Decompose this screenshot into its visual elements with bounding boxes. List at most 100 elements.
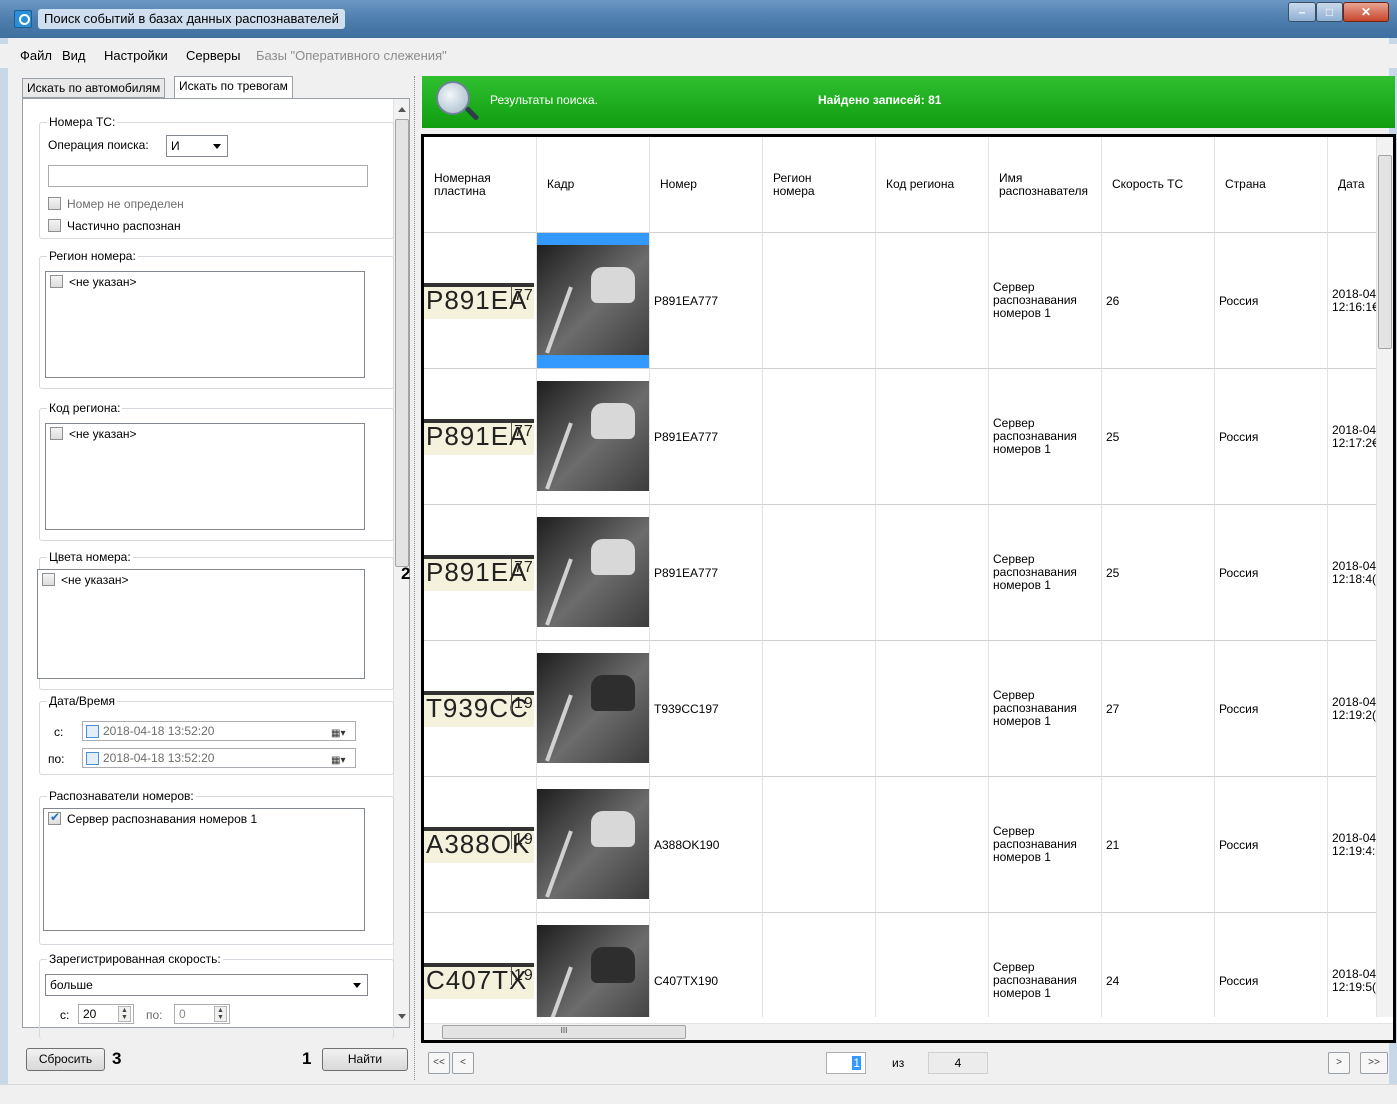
first-page-button[interactable]: <<	[428, 1052, 450, 1074]
tab-search-by-alarms[interactable]: Искать по тревогам	[174, 76, 293, 99]
number-cell[interactable]: P891EA777	[650, 369, 763, 505]
scrollbar-thumb[interactable]	[395, 119, 409, 567]
recognizer-cell[interactable]: Сервер распознавания номеров 1	[989, 913, 1102, 1017]
menu-settings[interactable]: Настройки	[104, 48, 168, 63]
prev-page-button[interactable]: <	[452, 1052, 474, 1074]
plate-image-cell[interactable]: P891EA777	[424, 505, 537, 641]
reset-button[interactable]: Сбросить	[26, 1048, 105, 1071]
frame-image-cell[interactable]	[537, 777, 650, 913]
country-cell[interactable]: Россия	[1215, 641, 1328, 777]
filter-panel-scrollbar[interactable]	[393, 99, 409, 1027]
date-cell[interactable]: 2018-04 12:16:1€	[1328, 233, 1379, 369]
region-code-cell[interactable]	[876, 233, 989, 369]
last-page-button[interactable]: >>	[1360, 1052, 1388, 1074]
frame-image-cell[interactable]	[537, 369, 650, 505]
scrollbar-thumb[interactable]	[1378, 155, 1392, 349]
plate-image-cell[interactable]: P891EA777	[424, 233, 537, 369]
search-operation-select[interactable]: И	[166, 135, 228, 157]
frame-image-cell[interactable]	[537, 505, 650, 641]
region-code-list[interactable]: <не указан>	[45, 423, 365, 530]
plate-image-cell[interactable]: C407TX190	[424, 913, 537, 1017]
column-header-region[interactable]: Регион номера	[763, 137, 876, 233]
date-from-checkbox[interactable]	[86, 725, 99, 738]
results-horizontal-scrollbar[interactable]: III	[424, 1023, 1393, 1040]
region-cell[interactable]	[763, 777, 876, 913]
plate-image-cell[interactable]: A388OK190	[424, 777, 537, 913]
menu-file[interactable]: Файл	[20, 48, 52, 63]
speed-cell[interactable]: 21	[1102, 777, 1215, 913]
region-code-checkbox[interactable]	[50, 427, 63, 440]
recognizer-checkbox[interactable]	[48, 810, 61, 825]
tab-search-by-cars[interactable]: Искать по автомобилям	[22, 78, 166, 98]
menu-servers[interactable]: Серверы	[186, 48, 240, 63]
date-to-picker[interactable]: 2018-04-18 13:52:20 ▦▾	[82, 748, 356, 768]
frame-image-cell[interactable]	[537, 913, 650, 1017]
date-cell[interactable]: 2018-04 12:19:5(	[1328, 913, 1379, 1017]
recognizer-cell[interactable]: Сервер распознавания номеров 1	[989, 369, 1102, 505]
frame-image-cell[interactable]	[537, 641, 650, 777]
column-header-number[interactable]: Номер	[650, 137, 763, 233]
spin-arrows-icon[interactable]: ▲ ▼	[118, 1006, 131, 1022]
region-cell[interactable]	[763, 505, 876, 641]
country-cell[interactable]: Россия	[1215, 233, 1328, 369]
results-vertical-scrollbar[interactable]	[1376, 137, 1393, 1017]
region-code-cell[interactable]	[876, 505, 989, 641]
date-cell[interactable]: 2018-04 12:18:4(	[1328, 505, 1379, 641]
partial-checkbox[interactable]	[48, 219, 61, 232]
number-cell[interactable]: C407TX190	[650, 913, 763, 1017]
region-list[interactable]: <не указан>	[45, 271, 365, 378]
calendar-icon[interactable]: ▦▾	[331, 725, 351, 739]
find-button[interactable]: Найти	[322, 1048, 408, 1071]
number-cell[interactable]: P891EA777	[650, 233, 763, 369]
region-cell[interactable]	[763, 913, 876, 1017]
date-cell[interactable]: 2018-04 12:19:4:	[1328, 777, 1379, 913]
spin-arrows-icon[interactable]: ▲ ▼	[214, 1006, 227, 1022]
speed-cell[interactable]: 24	[1102, 913, 1215, 1017]
region-code-cell[interactable]	[876, 913, 989, 1017]
minimize-button[interactable]: –	[1288, 2, 1316, 22]
next-page-button[interactable]: >	[1328, 1052, 1350, 1074]
calendar-icon[interactable]: ▦▾	[331, 752, 351, 766]
date-cell[interactable]: 2018-04 12:17:2€	[1328, 369, 1379, 505]
column-header-region-code[interactable]: Код региона	[876, 137, 989, 233]
region-code-cell[interactable]	[876, 641, 989, 777]
number-cell[interactable]: P891EA777	[650, 505, 763, 641]
plate-image-cell[interactable]: T939CC197	[424, 641, 537, 777]
speed-to-stepper[interactable]: 0 ▲ ▼	[174, 1004, 230, 1024]
speed-from-stepper[interactable]: 20 ▲ ▼	[78, 1004, 134, 1024]
plate-colors-list-item[interactable]: <не указан>	[42, 573, 129, 587]
speed-cell[interactable]: 25	[1102, 505, 1215, 641]
country-cell[interactable]: Россия	[1215, 777, 1328, 913]
maximize-button[interactable]: □	[1316, 2, 1343, 22]
region-code-cell[interactable]	[876, 777, 989, 913]
recognizer-cell[interactable]: Сервер распознавания номеров 1	[989, 641, 1102, 777]
speed-cell[interactable]: 26	[1102, 233, 1215, 369]
partial-option[interactable]: Частично распознан	[48, 219, 181, 233]
not-detected-checkbox[interactable]	[48, 197, 61, 210]
region-code-cell[interactable]	[876, 369, 989, 505]
region-list-item[interactable]: <не указан>	[50, 275, 137, 289]
frame-image-cell[interactable]	[537, 233, 650, 369]
recognizer-cell[interactable]: Сервер распознавания номеров 1	[989, 505, 1102, 641]
region-cell[interactable]	[763, 233, 876, 369]
plate-number-input[interactable]	[48, 165, 368, 187]
number-cell[interactable]: T939CC197	[650, 641, 763, 777]
plate-colors-list[interactable]: <не указан>	[37, 569, 365, 679]
current-page-input[interactable]: 1	[826, 1052, 866, 1074]
speed-cell[interactable]: 27	[1102, 641, 1215, 777]
plate-image-cell[interactable]: P891EA777	[424, 369, 537, 505]
scroll-up-icon[interactable]	[398, 107, 406, 112]
date-to-checkbox[interactable]	[86, 752, 99, 765]
region-cell[interactable]	[763, 369, 876, 505]
country-cell[interactable]: Россия	[1215, 913, 1328, 1017]
recognizer-cell[interactable]: Сервер распознавания номеров 1	[989, 233, 1102, 369]
date-from-picker[interactable]: 2018-04-18 13:52:20 ▦▾	[82, 721, 356, 741]
country-cell[interactable]: Россия	[1215, 505, 1328, 641]
plate-color-checkbox[interactable]	[42, 573, 55, 586]
column-header-plate[interactable]: Номерная пластина	[424, 137, 537, 233]
recognizers-list[interactable]: Сервер распознавания номеров 1	[43, 808, 365, 931]
column-header-date[interactable]: Дата	[1328, 137, 1379, 233]
recognizer-list-item[interactable]: Сервер распознавания номеров 1	[48, 810, 257, 826]
column-header-recognizer[interactable]: Имя распознавателя	[989, 137, 1102, 233]
scroll-down-icon[interactable]	[398, 1014, 406, 1019]
